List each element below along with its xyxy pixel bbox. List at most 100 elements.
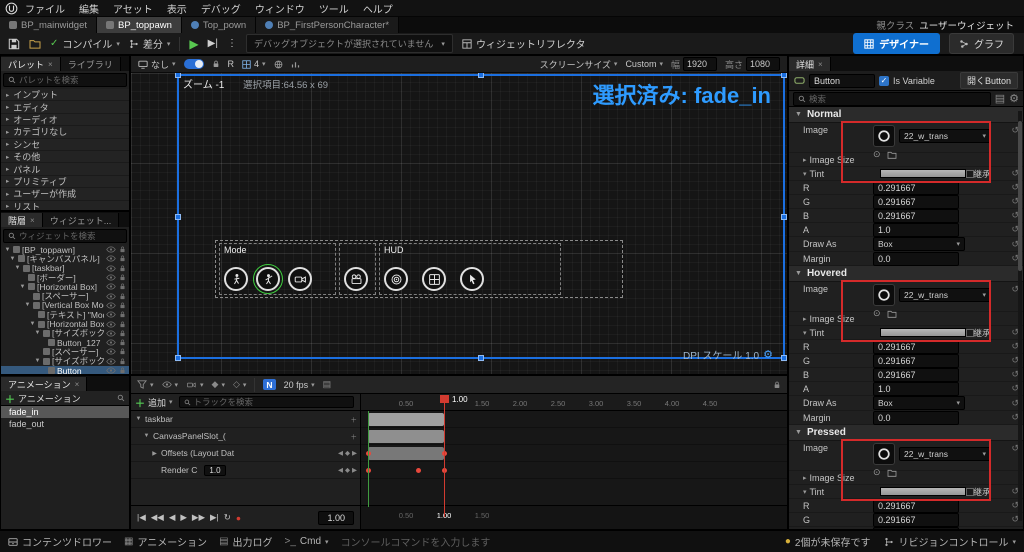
open-button[interactable]: 開くButton [960, 72, 1018, 89]
track-expand-icon[interactable]: ▼ [143, 433, 150, 439]
image-asset-dropdown[interactable]: 22_w_trans▾ [899, 129, 991, 143]
designer-mode-button[interactable]: デザイナー [853, 33, 940, 54]
key-diamond-button[interactable]: ◆▾ [212, 379, 225, 390]
grid-snap-dropdown[interactable]: 4▾ [242, 59, 266, 69]
browse-asset-icon[interactable] [887, 149, 897, 160]
image-asset-dropdown[interactable]: 22_w_trans▾ [899, 288, 991, 302]
tab-widget[interactable]: ウィジェット... [43, 213, 120, 227]
design-canvas[interactable]: ズーム -1 選択項目:64.56 x 69 選択済み: fade_in Mod… [131, 73, 787, 374]
hierarchy-search-input[interactable] [19, 231, 122, 241]
timeline-track[interactable]: ▼CanvasPanelSlot_(＋ [131, 428, 360, 445]
add-track-button[interactable]: ＋追加▾ [135, 395, 173, 410]
expand-arrow-icon[interactable]: ▸ [803, 315, 807, 323]
palette-category[interactable]: ▸その他 [1, 151, 129, 163]
eye-button[interactable]: ▾ [162, 381, 179, 389]
gear-icon[interactable]: ⚙ [1009, 92, 1019, 105]
scrollbar-thumb[interactable] [1018, 121, 1022, 271]
tree-expand-icon[interactable]: ▼ [4, 247, 11, 253]
menu-item[interactable]: ウィンドウ [248, 0, 312, 17]
image-thumbnail[interactable] [873, 443, 895, 465]
palette-category[interactable]: ▸オーディオ [1, 114, 129, 126]
playback-start-marker[interactable] [368, 411, 369, 507]
debug-object-dropdown[interactable]: デバッグオブジェクトが選択されていません▾ [246, 34, 453, 53]
play-button[interactable]: ▶ [180, 512, 187, 523]
draw-as-dropdown[interactable]: Box▾ [873, 237, 965, 251]
output-log-button[interactable]: ▤出力ログ [219, 534, 272, 549]
palette-category[interactable]: ▸エディタ [1, 101, 129, 113]
key-nav-icon[interactable]: ▶ [352, 449, 357, 457]
revision-control-button[interactable]: リビジョンコントロール▾ [884, 534, 1016, 549]
widget-reflector-button[interactable]: ウィジェットリフレクタ [462, 36, 586, 51]
tree-expand-icon[interactable]: ▼ [29, 321, 36, 327]
palette-category[interactable]: ▸ユーザーが作成 [1, 188, 129, 200]
film-camera-button[interactable] [344, 267, 368, 291]
g-input[interactable] [873, 354, 959, 368]
fps-dropdown[interactable]: 20 fps▾ [284, 380, 315, 390]
playhead-line[interactable] [444, 395, 445, 517]
play-back-button[interactable]: ◀ [169, 512, 176, 523]
timeline-track[interactable]: Render C1.0◀◆▶ [131, 462, 360, 479]
animation-item[interactable]: fade_out [1, 418, 129, 430]
target-button[interactable] [384, 267, 408, 291]
preview-toggle[interactable] [184, 59, 204, 69]
timeline-track[interactable]: ▶Offsets (Layout Dat◀◆▶ [131, 445, 360, 462]
resize-handle[interactable] [478, 73, 484, 78]
tab-palette[interactable]: パレット× [1, 57, 61, 71]
tab-hierarchy[interactable]: 階層× [1, 213, 43, 227]
g-input[interactable] [873, 195, 959, 209]
bottom-ruler[interactable]: 0.501.001.50 [361, 506, 787, 529]
resize-handle[interactable] [175, 214, 181, 220]
unsaved-indicator[interactable]: ●2個が未保存です [785, 534, 871, 549]
save-button[interactable] [8, 38, 20, 50]
resize-handle[interactable] [781, 355, 787, 361]
inherit-checkbox[interactable] [966, 329, 974, 337]
frame-back-button[interactable]: ◀◀ [151, 512, 164, 523]
key-nav-icon[interactable]: ◆ [345, 466, 350, 474]
section-header[interactable]: ▼Normal [789, 107, 1023, 123]
close-icon[interactable]: × [818, 60, 823, 69]
chevron-down-icon[interactable]: ▾ [803, 329, 807, 337]
lock-icon[interactable] [773, 381, 781, 389]
parent-class-link[interactable]: ユーザーウィジェット [919, 18, 1014, 32]
animation-item[interactable]: fade_in [1, 406, 129, 418]
section-header[interactable]: ▼Hovered [789, 266, 1023, 282]
screen-size-dropdown[interactable]: スクリーンサイズ▾ [540, 58, 618, 71]
person-walk-button[interactable] [224, 267, 248, 291]
tree-expand-icon[interactable]: ▼ [9, 256, 16, 262]
cmd-dropdown[interactable]: >_Cmd▾ [285, 536, 329, 547]
person-wave-button[interactable] [256, 267, 280, 291]
key-nav-icon[interactable]: ◆ [345, 449, 350, 457]
video-camera-button[interactable] [288, 267, 312, 291]
search-icon[interactable] [117, 394, 125, 402]
tint-color-swatch[interactable] [880, 487, 966, 496]
tree-expand-icon[interactable]: ▼ [34, 358, 41, 364]
menu-item[interactable]: 表示 [160, 0, 194, 17]
track-lanes[interactable] [361, 411, 787, 507]
track-expand-icon[interactable]: ▶ [151, 450, 158, 457]
track-search-input[interactable] [194, 397, 349, 407]
filter-button[interactable]: ▾ [137, 380, 154, 389]
doc-tab[interactable]: BP_mainwidget [0, 17, 97, 33]
playhead-handle[interactable] [440, 395, 449, 403]
b-input[interactable] [873, 368, 959, 382]
close-icon[interactable]: × [75, 380, 80, 389]
browse-button[interactable] [29, 39, 41, 49]
width-input[interactable] [683, 57, 717, 71]
height-input[interactable] [746, 57, 780, 71]
tree-expand-icon[interactable]: ▼ [34, 330, 41, 336]
resolution-preset-dropdown[interactable]: Custom▾ [625, 59, 663, 69]
close-icon[interactable]: × [48, 60, 53, 69]
tree-expand-icon[interactable]: ▼ [19, 284, 26, 290]
resize-handle[interactable] [781, 214, 787, 220]
add-animation-button[interactable]: ＋アニメーション [5, 391, 81, 406]
time-display[interactable]: 1.00 [318, 511, 354, 525]
content-drawer-button[interactable]: コンテンツドロワー [8, 534, 112, 549]
g-input[interactable] [873, 513, 959, 527]
add-key-icon[interactable]: ＋ [351, 431, 358, 441]
loop-button[interactable]: ↻ [224, 512, 231, 523]
chevron-down-icon[interactable]: ▾ [803, 170, 807, 178]
palette-category[interactable]: ▸インプット [1, 89, 129, 101]
menu-item[interactable]: ツール [312, 0, 356, 17]
track-value-field[interactable]: 1.0 [204, 465, 225, 476]
r-input[interactable] [873, 499, 959, 513]
